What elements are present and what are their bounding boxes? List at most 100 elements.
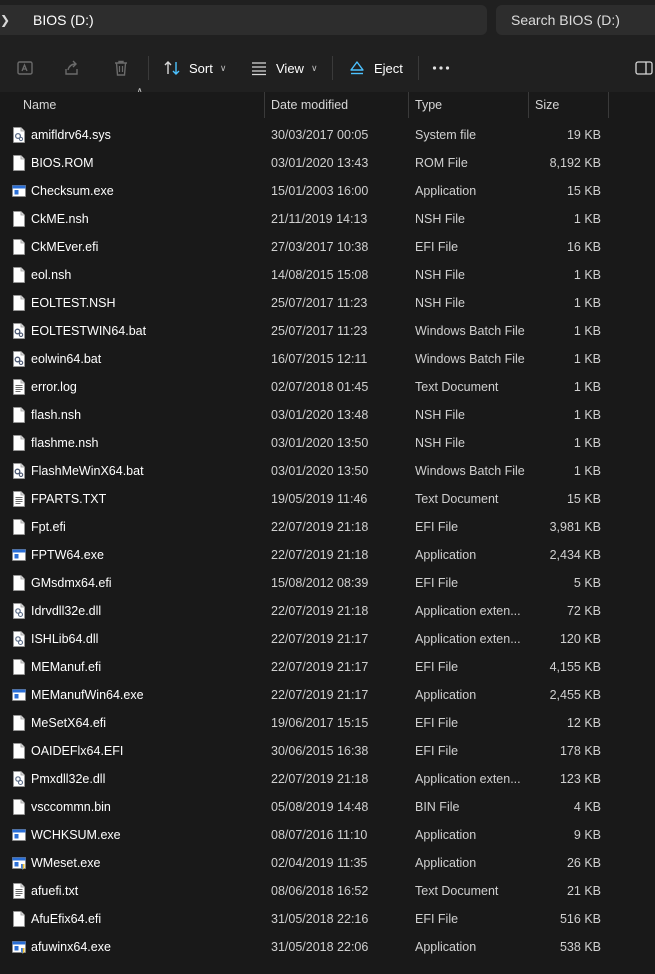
file-row[interactable]: CkME.nsh 21/11/2019 14:13 NSH File 1 KB — [0, 205, 655, 233]
file-size: 178 KB — [559, 744, 601, 758]
file-date-modified: 25/07/2017 11:23 — [271, 324, 368, 338]
file-icon — [12, 519, 26, 535]
application-icon — [12, 183, 26, 199]
file-name: ISHLib64.dll — [31, 632, 99, 646]
rename-icon[interactable] — [15, 58, 35, 78]
file-row[interactable]: FPARTS.TXT 19/05/2019 11:46 Text Document 1… — [0, 485, 655, 513]
file-size: 15 KB — [566, 492, 601, 506]
chevron-right-icon[interactable]: ❯ — [0, 5, 10, 35]
file-type: EFI File — [415, 520, 459, 534]
file-name: flash.nsh — [31, 408, 82, 422]
file-list: amifldrv64.sys 30/03/2017 00:05 System fil… — [0, 121, 655, 961]
column-divider[interactable] — [608, 92, 609, 118]
file-date-modified: 03/01/2020 13:50 — [271, 464, 369, 478]
file-row[interactable]: WMeset.exe 02/04/2019 11:35 Application 26 … — [0, 849, 655, 877]
file-row[interactable]: WCHKSUM.exe 08/07/2016 11:10 Application 9 … — [0, 821, 655, 849]
search-box[interactable]: Search BIOS (D:) — [496, 5, 655, 35]
file-icon — [12, 743, 26, 759]
file-row[interactable]: BIOS.ROM 03/01/2020 13:43 ROM File 8,192 KB — [0, 149, 655, 177]
file-row[interactable]: EOLTESTWIN64.bat 25/07/2017 11:23 Windows … — [0, 317, 655, 345]
file-type: Application — [415, 548, 477, 562]
file-date-modified: 19/06/2017 15:15 — [271, 716, 369, 730]
file-date-modified: 14/08/2015 15:08 — [271, 268, 369, 282]
file-row[interactable]: ISHLib64.dll 22/07/2019 21:17 Application … — [0, 625, 655, 653]
file-type: Windows Batch File — [415, 324, 525, 338]
column-header-name[interactable]: Name — [23, 92, 263, 118]
file-row[interactable]: eol.nsh 14/08/2015 15:08 NSH File 1 KB — [0, 261, 655, 289]
file-type: NSH File — [415, 408, 466, 422]
file-date-modified: 03/01/2020 13:48 — [271, 408, 369, 422]
view-button[interactable]: View ∨ — [250, 54, 318, 82]
column-divider[interactable] — [408, 92, 409, 118]
file-size: 72 KB — [566, 604, 601, 618]
file-row[interactable]: afuefi.txt 08/06/2018 16:52 Text Document 2… — [0, 877, 655, 905]
file-row[interactable]: MEManufWin64.exe 22/07/2019 21:17 Applicat… — [0, 681, 655, 709]
file-name: EOLTEST.NSH — [31, 296, 116, 310]
search-input[interactable]: Search BIOS (D:) — [511, 5, 620, 35]
file-type: Application — [415, 828, 477, 842]
column-divider[interactable] — [528, 92, 529, 118]
file-name: MeSetX64.efi — [31, 716, 107, 730]
file-row[interactable]: MEManuf.efi 22/07/2019 21:17 EFI File 4,155… — [0, 653, 655, 681]
file-row[interactable]: Idrvdll32e.dll 22/07/2019 21:18 Applicatio… — [0, 597, 655, 625]
file-type: Windows Batch File — [415, 464, 525, 478]
file-type: NSH File — [415, 212, 466, 226]
file-name: CkME.nsh — [31, 212, 89, 226]
file-date-modified: 16/07/2015 12:11 — [271, 352, 368, 366]
delete-icon[interactable] — [111, 58, 131, 78]
address-bar[interactable]: ❯ BIOS (D:) — [0, 5, 487, 35]
file-type: Text Document — [415, 492, 499, 506]
file-date-modified: 22/07/2019 21:18 — [271, 772, 369, 786]
file-row[interactable]: Checksum.exe 15/01/2003 16:00 Application 1… — [0, 177, 655, 205]
file-row[interactable]: Pmxdll32e.dll 22/07/2019 21:18 Application… — [0, 765, 655, 793]
file-row[interactable]: afuwinx64.exe 31/05/2018 22:06 Application… — [0, 933, 655, 961]
address-path[interactable]: BIOS (D:) — [33, 5, 94, 35]
file-row[interactable]: CkMEver.efi 27/03/2017 10:38 EFI File 16 KB — [0, 233, 655, 261]
file-row[interactable]: vsccommn.bin 05/08/2019 14:48 BIN File 4 KB — [0, 793, 655, 821]
batch-file-icon — [12, 351, 26, 367]
toolbar-divider — [332, 56, 333, 80]
file-row[interactable]: eolwin64.bat 16/07/2015 12:11 Windows Batc… — [0, 345, 655, 373]
file-size: 1 KB — [573, 296, 601, 310]
file-date-modified: 08/07/2016 11:10 — [271, 828, 368, 842]
file-type: Windows Batch File — [415, 352, 525, 366]
column-header-type[interactable]: Type — [415, 92, 525, 118]
file-row[interactable]: error.log 02/07/2018 01:45 Text Document 1 … — [0, 373, 655, 401]
file-icon — [12, 911, 26, 927]
file-row[interactable]: amifldrv64.sys 30/03/2017 00:05 System fil… — [0, 121, 655, 149]
file-name: FlashMeWinX64.bat — [31, 464, 144, 478]
toolbar-divider — [148, 56, 149, 80]
file-row[interactable]: FlashMeWinX64.bat 03/01/2020 13:50 Windows… — [0, 457, 655, 485]
view-icon — [250, 59, 268, 77]
file-row[interactable]: EOLTEST.NSH 25/07/2017 11:23 NSH File 1 KB — [0, 289, 655, 317]
share-icon[interactable] — [62, 58, 82, 78]
file-row[interactable]: OAIDEFlx64.EFI 30/06/2015 16:38 EFI File 17… — [0, 737, 655, 765]
file-name: WCHKSUM.exe — [31, 828, 121, 842]
file-row[interactable]: flashme.nsh 03/01/2020 13:50 NSH File 1 KB — [0, 429, 655, 457]
file-row[interactable]: AfuEfix64.efi 31/05/2018 22:16 EFI File 516… — [0, 905, 655, 933]
file-name: vsccommn.bin — [31, 800, 111, 814]
file-icon — [12, 155, 26, 171]
more-options-button[interactable] — [431, 54, 451, 82]
file-row[interactable]: flash.nsh 03/01/2020 13:48 NSH File 1 KB — [0, 401, 655, 429]
file-row[interactable]: Fpt.efi 22/07/2019 21:18 EFI File 3,981 KB — [0, 513, 655, 541]
file-icon — [12, 575, 26, 591]
file-type: EFI File — [415, 744, 459, 758]
batch-file-icon — [12, 463, 26, 479]
file-row[interactable]: FPTW64.exe 22/07/2019 21:18 Application 2,4… — [0, 541, 655, 569]
file-row[interactable]: MeSetX64.efi 19/06/2017 15:15 EFI File 12 K… — [0, 709, 655, 737]
file-type: Application exten... — [415, 632, 521, 646]
file-size: 12 KB — [566, 716, 601, 730]
sort-icon — [163, 59, 181, 77]
column-divider[interactable] — [264, 92, 265, 118]
eject-button[interactable]: Eject — [348, 54, 403, 82]
file-row[interactable]: GMsdmx64.efi 15/08/2012 08:39 EFI File 5 KB — [0, 569, 655, 597]
file-type: Application — [415, 940, 477, 954]
details-pane-icon[interactable] — [634, 58, 654, 78]
file-size: 8,192 KB — [549, 156, 601, 170]
sort-button[interactable]: Sort ∨ — [163, 54, 226, 82]
column-header-date-modified[interactable]: Date modified — [271, 92, 406, 118]
column-header-size[interactable]: Size — [535, 92, 605, 118]
command-bar: Sort ∨ View ∨ Eject — [0, 44, 655, 93]
application-shield-icon — [12, 855, 26, 871]
